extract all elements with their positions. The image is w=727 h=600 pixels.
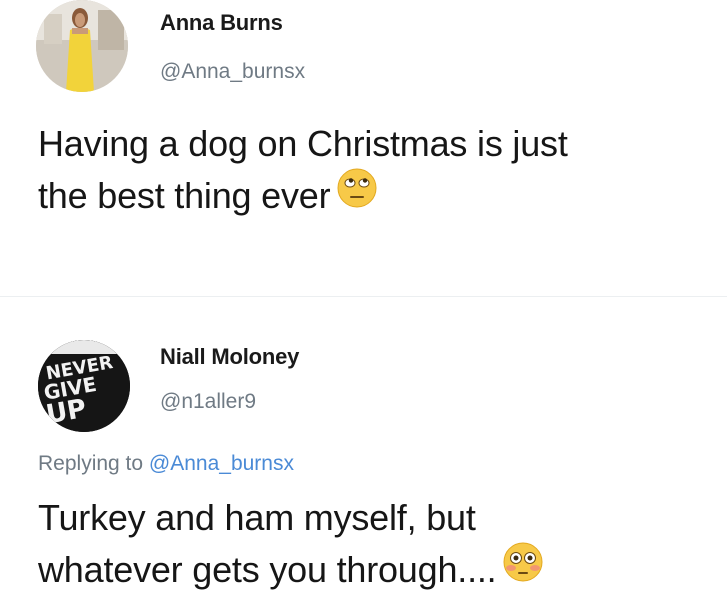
- display-name[interactable]: Anna Burns: [160, 10, 283, 36]
- reply-mention-link[interactable]: @Anna_burnsx: [149, 452, 294, 475]
- replying-prefix: Replying to: [38, 452, 144, 475]
- avatar-photo: NEVER GIVE UP: [38, 340, 130, 432]
- tweet-text-line-1: Having a dog on Christmas is just: [38, 123, 568, 164]
- tweet-text: Having a dog on Christmas is just the be…: [38, 118, 568, 223]
- tweet-text: Turkey and ham myself, but whatever gets…: [38, 492, 544, 597]
- flushed-face-icon: [502, 541, 544, 597]
- tweet-text-line-2-text: the best thing ever: [38, 175, 331, 216]
- user-handle[interactable]: @n1aller9: [160, 390, 256, 414]
- face-with-rolling-eyes-icon: [336, 167, 378, 223]
- tweet-original[interactable]: Anna Burns @Anna_burnsx Having a dog on …: [0, 0, 727, 290]
- tweet-text-line-2-text: whatever gets you through....: [38, 549, 497, 590]
- avatar-niall-moloney[interactable]: NEVER GIVE UP: [38, 340, 130, 432]
- user-handle[interactable]: @Anna_burnsx: [160, 60, 305, 84]
- display-name[interactable]: Niall Moloney: [160, 344, 299, 370]
- avatar-photo: [36, 0, 128, 92]
- tweet-text-line-1: Turkey and ham myself, but: [38, 497, 476, 538]
- tweet-reply[interactable]: NEVER GIVE UP Niall Moloney @n1aller9 Re…: [0, 312, 727, 600]
- tweet-text-line-2: whatever gets you through....: [38, 541, 544, 597]
- tweet-divider: [0, 296, 727, 297]
- tweet-text-line-2: the best thing ever: [38, 167, 568, 223]
- avatar-anna-burns[interactable]: [36, 0, 128, 92]
- replying-to: Replying to @Anna_burnsx: [38, 452, 294, 476]
